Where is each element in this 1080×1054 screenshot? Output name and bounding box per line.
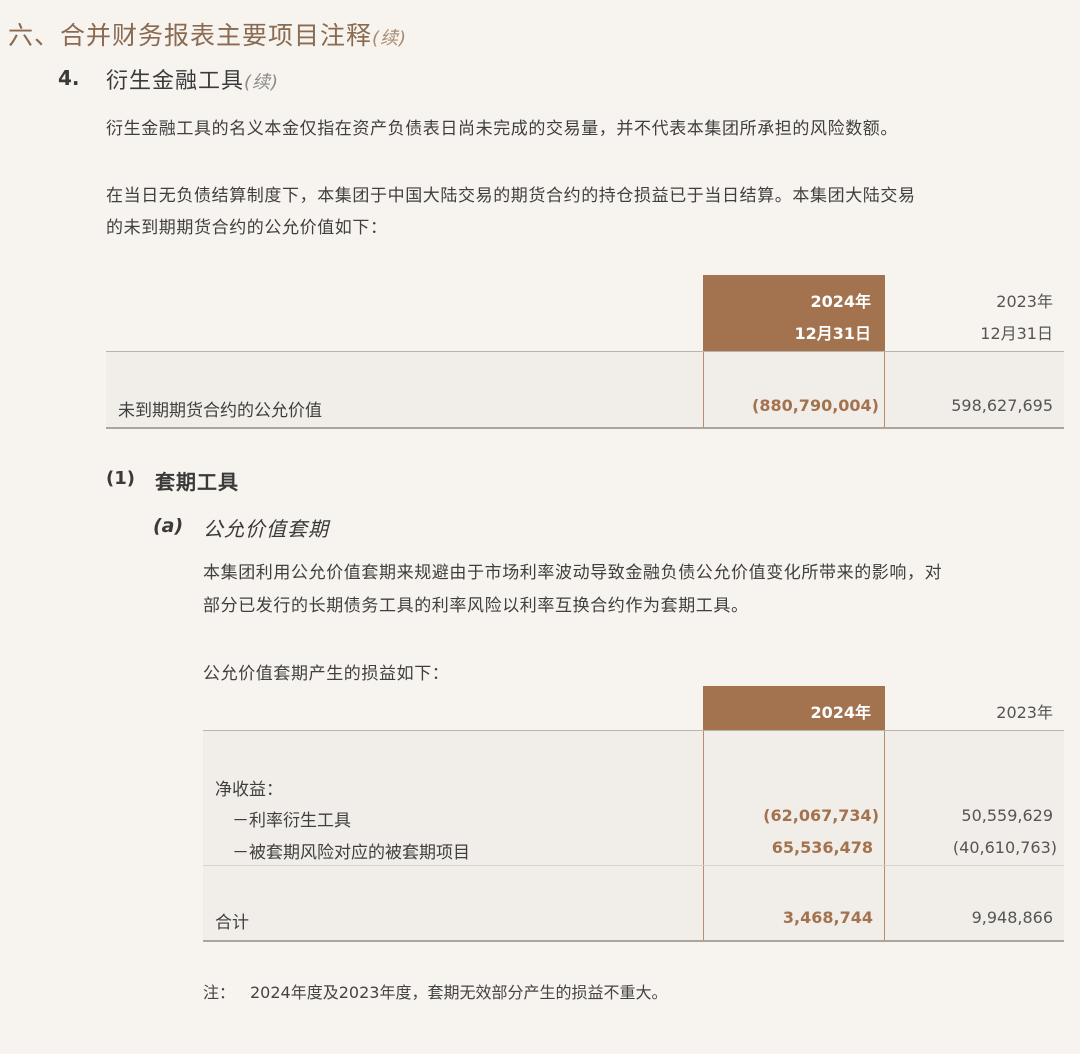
table2-total-2023: 9,948,866 bbox=[971, 908, 1053, 927]
table1-column-highlight bbox=[703, 352, 885, 428]
paragraph-hedge-line1: 本集团利用公允价值套期来规避由于市场利率波动导致金融负债公允价值变化所带来的影响… bbox=[203, 563, 943, 583]
table1-bottom-rule bbox=[106, 427, 1064, 429]
section-title-text: 六、合并财务报表主要项目注释 bbox=[8, 21, 373, 50]
table1-row-2024: (880,790,004) bbox=[752, 396, 879, 415]
section-title: 六、合并财务报表主要项目注释(续) bbox=[8, 16, 407, 52]
section-cont: (续) bbox=[372, 28, 408, 49]
paragraph-futures-line2: 的未到期期货合约的公允价值如下： bbox=[106, 218, 388, 238]
table2-row-2023: 50,559,629 bbox=[961, 806, 1053, 825]
table1-header-rule bbox=[106, 351, 1064, 352]
table2-row-2023: (40,610,763) bbox=[952, 838, 1057, 857]
subsection-title: 衍生金融工具(续) bbox=[106, 63, 279, 95]
table1-row-2023: 598,627,695 bbox=[951, 396, 1053, 415]
heading-a-number: (a) bbox=[153, 515, 184, 537]
heading-a-title: 公允价值套期 bbox=[203, 517, 329, 541]
table2-subtotal-rule bbox=[203, 865, 1064, 866]
table2-header-rule bbox=[203, 730, 1064, 731]
heading1-number: (1) bbox=[106, 468, 135, 489]
table2-row-label: －利率衍生工具 bbox=[232, 811, 351, 831]
subsection-title-text: 衍生金融工具 bbox=[106, 69, 245, 94]
paragraph-futures-line1: 在当日无负债结算制度下，本集团于中国大陆交易的期货合约的持仓损益已于当日结算。本… bbox=[106, 186, 916, 206]
subsection-number: 4. bbox=[58, 66, 80, 90]
table2-total-2024: 3,468,744 bbox=[782, 908, 873, 927]
heading1-title: 套期工具 bbox=[155, 470, 239, 494]
subsection-cont: (续) bbox=[244, 72, 280, 93]
paragraph-notional: 衍生金融工具的名义本金仅指在资产负债表日尚未完成的交易量，并不代表本集团所承担的… bbox=[106, 119, 898, 139]
table1-header-2024-year: 2024年 bbox=[810, 292, 871, 311]
table2-header-2024: 2024年 bbox=[810, 703, 871, 722]
note-text: 2024年度及2023年度，套期无效部分产生的损益不重大。 bbox=[250, 983, 668, 1002]
table2-group-label: 净收益： bbox=[215, 780, 283, 800]
note-prefix: 注： bbox=[203, 983, 236, 1002]
paragraph-hedge-line2: 部分已发行的长期债务工具的利率风险以利率互换合约作为套期工具。 bbox=[203, 596, 749, 616]
table2-row-2024: 65,536,478 bbox=[771, 838, 873, 857]
table1-header-2023-year: 2023年 bbox=[996, 292, 1053, 311]
table1-header-2023-date: 12月31日 bbox=[980, 324, 1053, 343]
table2-row-2024: (62,067,734) bbox=[763, 806, 879, 825]
table2-bottom-rule bbox=[203, 940, 1064, 942]
paragraph-gains-intro: 公允价值套期产生的损益如下： bbox=[203, 664, 450, 684]
table1-header-2024-date: 12月31日 bbox=[794, 324, 871, 343]
table1-row-label: 未到期期货合约的公允价值 bbox=[118, 401, 322, 421]
table2-row-label: －被套期风险对应的被套期项目 bbox=[232, 843, 470, 863]
table2-header-2023: 2023年 bbox=[996, 703, 1053, 722]
table2-total-label: 合计 bbox=[215, 913, 249, 933]
